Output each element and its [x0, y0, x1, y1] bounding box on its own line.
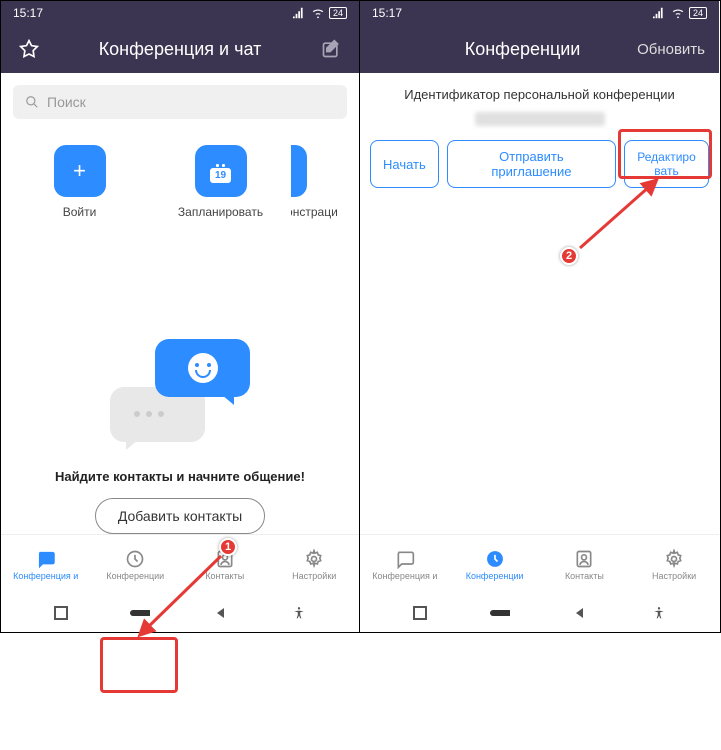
demo-label: Демонстраци [291, 205, 338, 219]
signal-icon [293, 7, 307, 19]
annotation-marker-2: 2 [560, 247, 578, 265]
annotation-marker-1: 1 [219, 538, 237, 556]
schedule-label: Запланировать [178, 205, 263, 219]
nav-contacts[interactable]: Контакты [540, 535, 630, 594]
screenshot-pair: 15:17 24 Конференция и чат Поиск + Войти [0, 0, 721, 633]
nav-settings[interactable]: Настройки [270, 535, 360, 594]
header: Конференция и чат [1, 25, 359, 73]
upload-icon [291, 145, 307, 197]
start-button[interactable]: Начать [370, 140, 439, 188]
nav-meetings[interactable]: Конференции [450, 535, 540, 594]
status-time: 15:17 [372, 6, 402, 20]
chat-illustration [110, 339, 250, 449]
battery-icon: 24 [329, 7, 347, 19]
bottom-nav: Конференция и Конференции Контакты Настр… [360, 534, 719, 594]
sys-recent[interactable] [51, 603, 71, 623]
search-input[interactable]: Поиск [13, 85, 347, 119]
contact-icon [573, 548, 595, 570]
status-bar: 15:17 24 [1, 1, 359, 25]
signal-icon [653, 7, 667, 19]
refresh-button[interactable]: Обновить [637, 41, 705, 58]
join-action[interactable]: + Войти [9, 145, 150, 219]
conference-actions: Начать Отправить приглашение Редактиро в… [360, 140, 719, 188]
wifi-icon [671, 7, 685, 19]
sys-back[interactable] [569, 603, 589, 623]
sys-back[interactable] [210, 603, 230, 623]
annotation-highlight-1 [100, 637, 178, 693]
nav-chat[interactable]: Конференция и [360, 535, 450, 594]
wifi-icon [311, 7, 325, 19]
header: Конференции Обновить [360, 25, 719, 73]
empty-state-text: Найдите контакты и начните общение! [1, 469, 359, 484]
clock-icon [124, 548, 146, 570]
edit-button[interactable]: Редактиро вать [624, 140, 709, 188]
status-indicators: 24 [653, 7, 707, 19]
phone-right: 15:17 24 Конференции Обновить Идентифика… [360, 1, 719, 632]
gear-icon [303, 548, 325, 570]
plus-icon: + [54, 145, 106, 197]
chat-icon [394, 548, 416, 570]
sys-accessibility[interactable] [649, 603, 669, 623]
header-title: Конференции [408, 39, 637, 60]
calendar-icon: 19 [195, 145, 247, 197]
sys-recent[interactable] [410, 603, 430, 623]
battery-icon: 24 [689, 7, 707, 19]
search-placeholder: Поиск [47, 94, 86, 110]
phone-left: 15:17 24 Конференция и чат Поиск + Войти [1, 1, 360, 632]
nav-settings[interactable]: Настройки [629, 535, 719, 594]
personal-id-value-blurred [475, 112, 605, 126]
sys-accessibility[interactable] [289, 603, 309, 623]
clock-icon [484, 548, 506, 570]
star-button[interactable] [9, 39, 49, 59]
bottom-nav: Конференция и Конференции Контакты Настр… [1, 534, 359, 594]
status-indicators: 24 [293, 7, 347, 19]
header-title: Конференция и чат [49, 39, 311, 60]
sys-home[interactable] [490, 603, 510, 623]
system-nav [1, 594, 359, 632]
compose-button[interactable] [311, 39, 351, 59]
invite-button[interactable]: Отправить приглашение [447, 140, 616, 188]
quick-actions: + Войти 19 Запланировать Демонстраци [1, 145, 359, 219]
system-nav [360, 594, 719, 632]
schedule-action[interactable]: 19 Запланировать [150, 145, 291, 219]
personal-id-label: Идентификатор персональной конференции [360, 87, 719, 102]
sys-home[interactable] [130, 603, 150, 623]
nav-meetings[interactable]: Конференции [91, 535, 181, 594]
nav-chat[interactable]: Конференция и [1, 535, 91, 594]
search-icon [25, 95, 39, 109]
status-bar: 15:17 24 [360, 1, 719, 25]
add-contacts-button[interactable]: Добавить контакты [95, 498, 265, 534]
chat-icon [35, 548, 57, 570]
demo-action[interactable]: Демонстраци [291, 145, 351, 219]
join-label: Войти [63, 205, 97, 219]
gear-icon [663, 548, 685, 570]
status-time: 15:17 [13, 6, 43, 20]
